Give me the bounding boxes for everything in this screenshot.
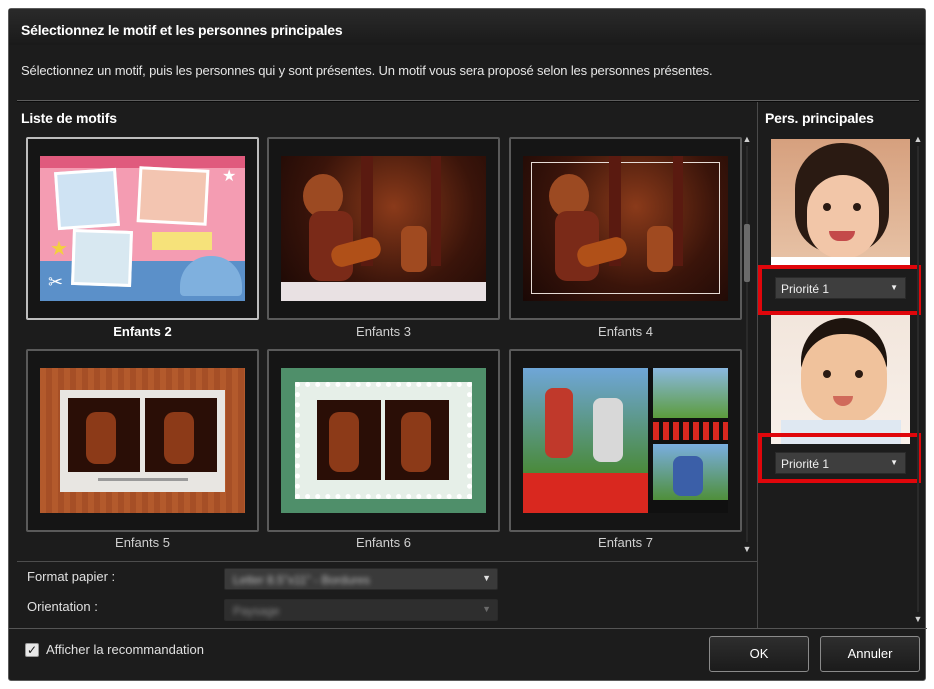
paper-format-select[interactable]: Letter 8.5"x11" - Bordures ▼ — [224, 568, 498, 590]
priority-value: Priorité 1 — [781, 282, 830, 296]
scroll-thumb[interactable] — [744, 224, 750, 282]
scroll-track — [746, 146, 748, 542]
motif-tile-enfants-6[interactable] — [267, 349, 500, 532]
motif-list-scrollbar[interactable]: ▲ ▼ — [741, 134, 753, 554]
scroll-track — [917, 146, 919, 612]
motif-caption: Enfants 6 — [356, 535, 411, 550]
motif-selection-dialog: Sélectionnez le motif et les personnes p… — [8, 8, 927, 681]
motif-tile-enfants-2[interactable]: ★ ★ ✂ — [26, 137, 259, 320]
motif-tile-enfants-7[interactable] — [509, 349, 742, 532]
priority-value: Priorité 1 — [781, 457, 830, 471]
motif-list-label: Liste de motifs — [21, 110, 117, 126]
motif-tile-enfants-3[interactable] — [267, 137, 500, 320]
motif-caption: Enfants 4 — [598, 324, 653, 339]
chevron-down-icon: ▼ — [482, 573, 491, 583]
motif-tile-enfants-5[interactable] — [26, 349, 259, 532]
priority-select[interactable]: Priorité 1 ▼ — [775, 277, 906, 299]
ok-button[interactable]: OK — [709, 636, 809, 672]
orientation-value: Paysage — [233, 604, 280, 618]
motif-thumbnail — [523, 368, 728, 513]
motif-thumbnail — [281, 156, 486, 301]
divider — [17, 101, 919, 102]
divider — [9, 628, 927, 629]
person-photo — [771, 314, 910, 444]
scroll-up-icon[interactable]: ▲ — [742, 134, 752, 144]
cancel-button[interactable]: Annuler — [820, 636, 920, 672]
orientation-select[interactable]: Paysage ▼ — [224, 599, 498, 621]
orientation-label: Orientation : — [27, 599, 98, 614]
main-persons-label: Pers. principales — [765, 110, 874, 126]
motif-caption: Enfants 7 — [598, 535, 653, 550]
motif-caption: Enfants 5 — [115, 535, 170, 550]
motif-tile-enfants-4[interactable] — [509, 137, 742, 320]
motif-thumbnail — [523, 156, 728, 301]
scroll-down-icon[interactable]: ▼ — [742, 544, 752, 554]
motif-caption: Enfants 3 — [356, 324, 411, 339]
motif-caption: Enfants 2 — [113, 324, 172, 339]
persons-scrollbar[interactable]: ▲ ▼ — [912, 134, 924, 624]
dialog-title: Sélectionnez le motif et les personnes p… — [9, 9, 925, 45]
chevron-down-icon: ▼ — [482, 604, 491, 614]
motif-thumbnail — [281, 368, 486, 513]
recommendation-checkbox-label: Afficher la recommandation — [46, 642, 205, 657]
paper-format-label: Format papier : — [27, 569, 116, 584]
paper-format-value: Letter 8.5"x11" - Bordures — [233, 573, 371, 587]
scroll-up-icon[interactable]: ▲ — [913, 134, 923, 144]
instructions-text: Sélectionnez un motif, puis les personne… — [21, 63, 713, 78]
chevron-down-icon: ▼ — [890, 283, 898, 292]
chevron-down-icon: ▼ — [890, 458, 898, 467]
recommendation-checkbox[interactable]: ✓ — [25, 643, 39, 657]
priority-select[interactable]: Priorité 1 ▼ — [775, 452, 906, 474]
motif-thumbnail: ★ ★ ✂ — [40, 156, 245, 301]
divider — [17, 561, 757, 562]
scroll-down-icon[interactable]: ▼ — [913, 614, 923, 624]
person-photo — [771, 139, 910, 269]
panel-divider — [757, 102, 758, 628]
motif-thumbnail — [40, 368, 245, 513]
